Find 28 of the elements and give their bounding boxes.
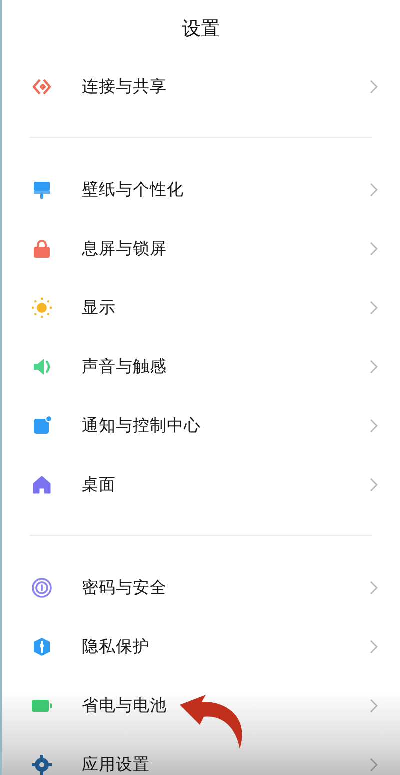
chevron-icon xyxy=(370,182,378,196)
settings-item[interactable]: 声音与触感 xyxy=(2,337,400,396)
chevron-icon xyxy=(370,478,378,492)
chevron-icon xyxy=(370,640,378,654)
page-title: 设置 xyxy=(182,16,220,42)
chevron-icon xyxy=(370,758,378,772)
home-icon xyxy=(31,474,53,496)
chevron-icon xyxy=(370,698,378,712)
gear-icon xyxy=(31,754,53,775)
chevron-icon xyxy=(370,418,378,432)
shield-icon xyxy=(31,636,53,658)
lock-icon xyxy=(31,238,53,260)
chevron-icon xyxy=(370,360,378,374)
settings-item[interactable]: 息屏与锁屏 xyxy=(2,219,400,278)
sun-icon xyxy=(31,296,53,318)
settings-item[interactable]: 密码与安全 xyxy=(2,558,400,617)
chevron-icon xyxy=(370,300,378,314)
chevron-icon xyxy=(370,242,378,256)
chevron-icon xyxy=(370,580,378,594)
notification-icon xyxy=(31,414,53,436)
settings-item[interactable]: 显示 xyxy=(2,278,400,337)
chevron-icon xyxy=(370,80,378,94)
fingerprint-icon xyxy=(31,576,53,598)
settings-item[interactable]: 壁纸与个性化 xyxy=(2,160,400,219)
settings-item[interactable]: 通知与控制中心 xyxy=(2,396,400,455)
settings-item[interactable]: 隐私保护 xyxy=(2,617,400,676)
settings-item[interactable]: 连接与共享 xyxy=(2,57,400,116)
settings-item[interactable]: 桌面 xyxy=(2,455,400,514)
